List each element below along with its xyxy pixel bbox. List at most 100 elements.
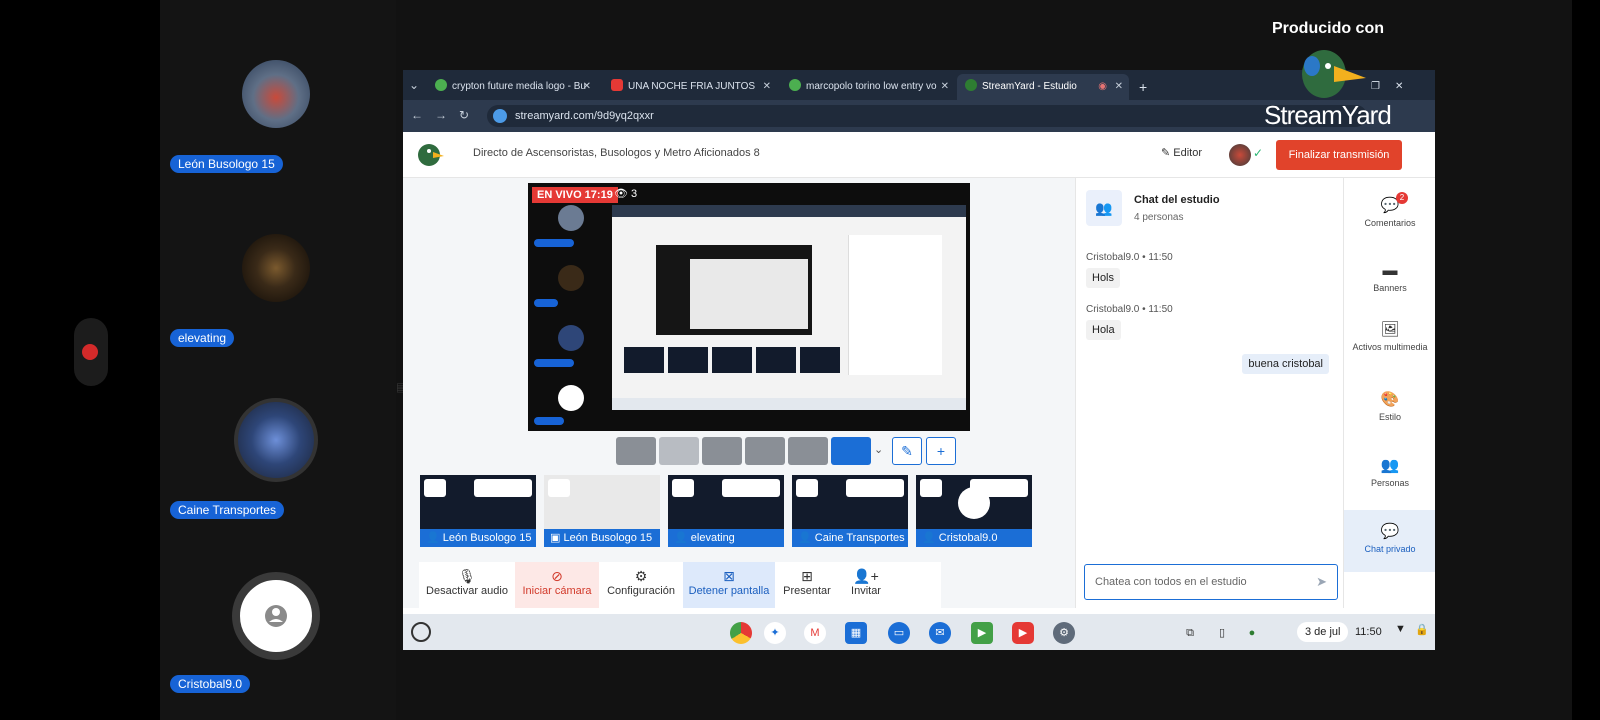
- thumb-controls[interactable]: [846, 479, 904, 497]
- message-meta: Cristobal9.0 • 11:50: [1086, 304, 1173, 315]
- host-avatar[interactable]: [1229, 144, 1251, 166]
- thumb-label-text: León Busologo 15: [442, 532, 532, 544]
- nested-thumb: [712, 347, 752, 373]
- participant-thumbnail[interactable]: 👤 Cristobal9.0: [916, 475, 1032, 547]
- stop-screen-button[interactable]: ⊠ Detener pantalla: [683, 562, 775, 608]
- layout-side-button[interactable]: [788, 437, 828, 465]
- rail-label: Personas: [1370, 478, 1410, 488]
- thumb-controls[interactable]: [474, 479, 532, 497]
- participants-column: León Busologo 15 elevating Caine Transpo…: [160, 0, 396, 720]
- present-icon: ⊞: [801, 568, 813, 584]
- date-chip[interactable]: 3 de jul: [1297, 622, 1349, 642]
- browser-tab[interactable]: marcopolo torino low entry vo ✕: [781, 74, 955, 100]
- palette-icon: 🎨: [1380, 391, 1400, 408]
- streamyard-watermark: Producido con StreamYard: [1262, 14, 1422, 134]
- chevron-down-icon[interactable]: ⌄: [874, 443, 883, 456]
- rail-banners[interactable]: ▬ Banners: [1344, 262, 1435, 293]
- youtube-icon[interactable]: ▶: [1012, 622, 1034, 644]
- browser-tab[interactable]: crypton future media logo - Bu ✕: [427, 74, 597, 100]
- site-info-icon[interactable]: [493, 109, 507, 123]
- user-icon: [265, 605, 287, 627]
- participant-thumbnail[interactable]: 👤 León Busologo 15: [420, 475, 536, 547]
- phone-hub-icon[interactable]: ▯: [1211, 622, 1233, 644]
- participant-thumbnail[interactable]: 👤 elevating: [668, 475, 784, 547]
- url-input[interactable]: streamyard.com/9d9yq2qxxr: [487, 105, 1367, 127]
- mute-audio-button[interactable]: 🎙 Desactivar audio: [419, 562, 515, 608]
- gmail-icon[interactable]: M: [804, 622, 826, 644]
- present-button[interactable]: ⊞ Presentar: [775, 562, 839, 608]
- thumb-label-text: elevating: [690, 532, 735, 544]
- start-camera-button[interactable]: ⊘ Iniciar cámara: [515, 562, 599, 608]
- send-icon[interactable]: ➤: [1316, 565, 1327, 599]
- rail-private-chat[interactable]: 💬 Chat privado: [1344, 510, 1435, 572]
- files-icon[interactable]: ▭: [888, 622, 910, 644]
- nested-thumb: [668, 347, 708, 373]
- thumb-label: ▣ León Busologo 15: [544, 529, 660, 547]
- tab-label: crypton future media logo - Bu: [452, 81, 586, 92]
- reload-icon[interactable]: ↻: [459, 108, 469, 122]
- launcher-icon[interactable]: [411, 622, 431, 642]
- chrome-icon[interactable]: [730, 622, 752, 644]
- back-icon[interactable]: ←: [411, 108, 423, 122]
- chat-panel: 👥 Chat del estudio 4 personas Cristobal9…: [1075, 178, 1343, 608]
- close-icon[interactable]: ✕: [1115, 74, 1123, 100]
- clipboard-icon[interactable]: ⧉: [1179, 622, 1201, 644]
- close-icon[interactable]: ✕: [763, 74, 771, 100]
- thumb-controls[interactable]: [722, 479, 780, 497]
- assistant-icon[interactable]: ✦: [764, 622, 786, 644]
- close-icon[interactable]: ✕: [941, 74, 949, 100]
- participant-thumbnail[interactable]: ▣ León Busologo 15: [544, 475, 660, 547]
- calendar-icon[interactable]: ▦: [845, 622, 867, 644]
- studio-canvas: EN VIVO 17:19 👁 3 ⌄ ✎ + 👤 León Busologo …: [403, 178, 1075, 608]
- clock[interactable]: 11:50: [1355, 622, 1382, 642]
- edit-layout-button[interactable]: ✎: [892, 437, 922, 465]
- thumb-label-text: Caine Transportes: [814, 532, 905, 544]
- close-icon[interactable]: ✕: [583, 74, 591, 100]
- settings-icon[interactable]: ⚙: [1053, 622, 1075, 644]
- rail-people[interactable]: 👥 Personas: [1344, 456, 1435, 488]
- rail-media-assets[interactable]: 🖼 Activos multimedia: [1344, 320, 1435, 352]
- layout-group-button[interactable]: [659, 437, 699, 465]
- add-layout-button[interactable]: +: [926, 437, 956, 465]
- viewer-count-value: 3: [631, 188, 638, 200]
- participant-name: León Busologo 15: [170, 155, 283, 173]
- editor-button[interactable]: ✎ Editor: [1161, 146, 1202, 159]
- participant-avatar: [242, 60, 310, 128]
- recording-tab-icon[interactable]: ◉: [1098, 74, 1107, 100]
- participant-thumbnail[interactable]: 👤 Caine Transportes: [792, 475, 908, 547]
- google-icon: [789, 79, 801, 91]
- browser-tab[interactable]: UNA NOCHE FRIA JUNTOS ✕: [603, 74, 777, 100]
- layout-leader-button[interactable]: [702, 437, 742, 465]
- rail-style[interactable]: 🎨 Estilo: [1344, 390, 1435, 422]
- meet-icon[interactable]: ▶: [971, 622, 993, 644]
- new-tab-icon[interactable]: +: [1131, 74, 1155, 100]
- live-badge: EN VIVO 17:19: [532, 187, 618, 203]
- preview-tile: [534, 239, 574, 247]
- layout-thin-button[interactable]: [745, 437, 785, 465]
- finalize-broadcast-button[interactable]: Finalizar transmisión: [1276, 140, 1402, 170]
- notification-badge: 2: [1396, 192, 1408, 204]
- tab-search-icon[interactable]: ⌄: [409, 78, 419, 92]
- chat-input[interactable]: Chatea con todos en el estudio ➤: [1084, 564, 1338, 600]
- browser-tab-active[interactable]: StreamYard - Estudio ◉ ✕: [957, 74, 1129, 100]
- layout-solo-button[interactable]: [616, 437, 656, 465]
- streamyard-icon: [965, 79, 977, 91]
- control-label: Presentar: [783, 585, 831, 597]
- nested-chat: [848, 235, 942, 375]
- camera-icon: [796, 479, 818, 497]
- layout-screen-button[interactable]: [831, 437, 871, 465]
- preview-tile: [558, 205, 584, 231]
- rail-comments[interactable]: 💬 2 Comentarios: [1344, 192, 1435, 228]
- message-time: 11:50: [1148, 304, 1173, 315]
- chat-title: Chat del estudio: [1134, 194, 1220, 206]
- settings-button[interactable]: ⚙ Configuración: [599, 562, 683, 608]
- streamyard-logo-icon: [418, 144, 444, 166]
- forward-icon[interactable]: →: [435, 108, 447, 122]
- participant-avatar: [242, 234, 310, 302]
- nested-preview-content: [690, 259, 808, 329]
- invite-button[interactable]: 👤+ Invitar: [839, 562, 893, 608]
- chat-placeholder: Chatea con todos en el estudio: [1095, 576, 1247, 588]
- control-label: Iniciar cámara: [522, 585, 592, 597]
- messages-icon[interactable]: ✉: [929, 622, 951, 644]
- tab-label: StreamYard - Estudio: [982, 81, 1077, 92]
